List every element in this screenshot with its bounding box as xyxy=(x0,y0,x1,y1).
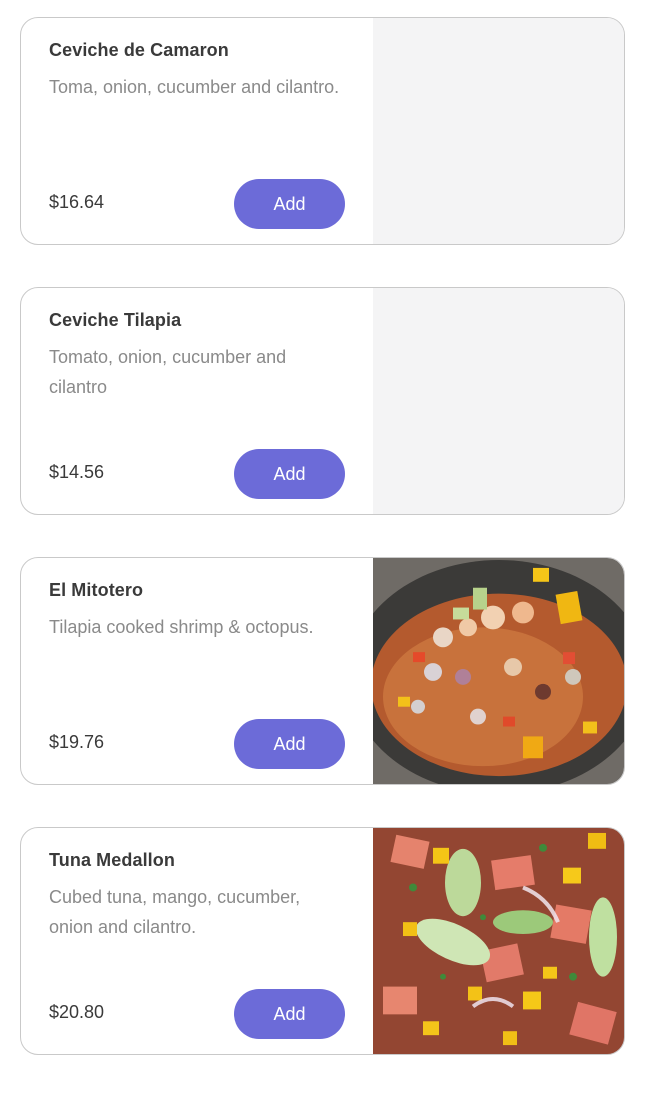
menu-item-price: $19.76 xyxy=(49,732,105,752)
menu-item-info: Ceviche Tilapia Tomato, onion, cucumber … xyxy=(21,288,374,514)
menu-item-description: Tilapia cooked shrimp & octopus. xyxy=(49,617,314,637)
menu-item-card[interactable]: El Mitotero Tilapia cooked shrimp & octo… xyxy=(20,557,625,785)
add-to-cart-button[interactable]: Add xyxy=(234,449,345,499)
tuna-ceviche-photo xyxy=(373,828,624,1054)
menu-item-name: Ceviche Tilapia xyxy=(49,310,182,330)
menu-item-name: El Mitotero xyxy=(49,580,144,600)
menu-item-image-placeholder xyxy=(373,18,624,244)
menu-item-info: Ceviche de Camaron Toma, onion, cucumber… xyxy=(21,18,374,244)
menu-item-image-placeholder xyxy=(373,288,624,514)
menu-item-price: $20.80 xyxy=(49,1002,105,1022)
menu-item-name: Ceviche de Camaron xyxy=(49,40,229,60)
menu-item-description: Cubed tuna, mango, cucumber, onion and c… xyxy=(49,887,301,937)
add-to-cart-button[interactable]: Add xyxy=(234,989,345,1039)
menu-item-info: Tuna Medallon Cubed tuna, mango, cucumbe… xyxy=(21,828,374,1054)
seafood-cocktail-illustration xyxy=(373,558,624,784)
menu-item-name: Tuna Medallon xyxy=(49,850,175,870)
add-to-cart-button[interactable]: Add xyxy=(234,179,345,229)
menu-item-description: Tomato, onion, cucumber and cilantro xyxy=(49,347,287,397)
menu-item-description: Toma, onion, cucumber and cilantro. xyxy=(49,77,340,97)
menu-item-price: $14.56 xyxy=(49,462,105,482)
menu-item-info: El Mitotero Tilapia cooked shrimp & octo… xyxy=(21,558,374,784)
tuna-ceviche-illustration xyxy=(373,828,624,1054)
menu-item-card[interactable]: Ceviche Tilapia Tomato, onion, cucumber … xyxy=(20,287,625,515)
menu-item-card[interactable]: Tuna Medallon Cubed tuna, mango, cucumbe… xyxy=(20,827,625,1055)
menu-item-card[interactable]: Ceviche de Camaron Toma, onion, cucumber… xyxy=(20,17,625,245)
menu-item-list: Ceviche de Camaron Toma, onion, cucumber… xyxy=(0,0,657,1098)
add-to-cart-button[interactable]: Add xyxy=(234,719,345,769)
menu-item-price: $16.64 xyxy=(49,192,105,212)
seafood-cocktail-photo xyxy=(373,558,624,784)
